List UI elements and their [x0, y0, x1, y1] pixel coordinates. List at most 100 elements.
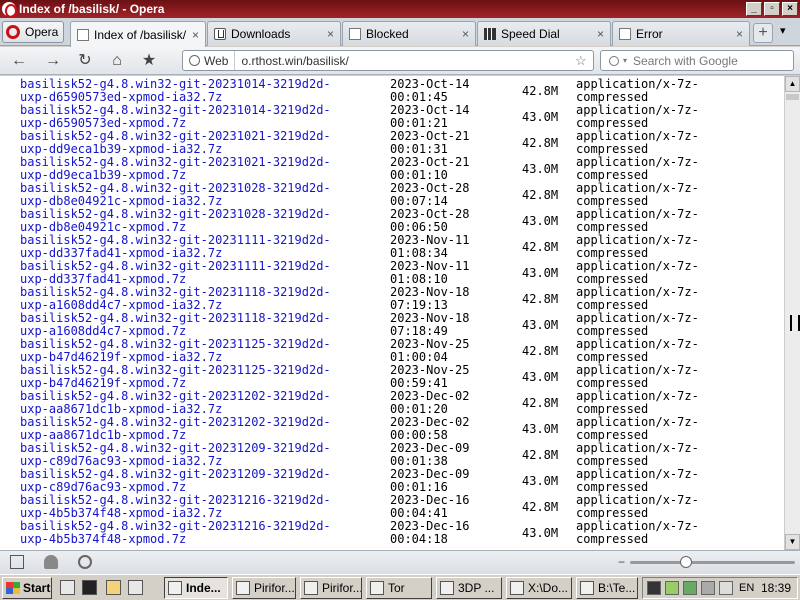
- file-link[interactable]: basilisk52-g4.8.win32-git-20231216-3219d…: [20, 494, 370, 520]
- file-link[interactable]: basilisk52-g4.8.win32-git-20231216-3219d…: [20, 520, 370, 546]
- file-link[interactable]: basilisk52-g4.8.win32-git-20231202-3219d…: [20, 390, 370, 416]
- file-link[interactable]: basilisk52-g4.8.win32-git-20231118-3219d…: [20, 312, 370, 338]
- url-input[interactable]: o.rthost.win/basilisk/: [235, 54, 575, 68]
- window-title: Index of /basilisk/ - Opera: [19, 2, 165, 16]
- file-type: application/x-7z- compressed: [576, 337, 699, 364]
- opera-menu-button[interactable]: Opera: [2, 21, 64, 43]
- turbo-icon[interactable]: [44, 555, 58, 569]
- close-tab-icon[interactable]: ×: [462, 27, 469, 41]
- minimize-button[interactable]: _: [746, 2, 762, 16]
- search-engine-dropdown-icon[interactable]: ▾: [623, 56, 627, 65]
- file-link[interactable]: basilisk52-g4.8.win32-git-20231014-3219d…: [20, 104, 370, 130]
- taskbar-button[interactable]: Pirifor...: [300, 577, 362, 599]
- close-tab-icon[interactable]: ×: [327, 27, 334, 41]
- file-date: 2023-Nov-11 01:08:34: [390, 233, 470, 260]
- language-indicator[interactable]: EN: [739, 582, 754, 594]
- taskbar-button-label: 3DP ...: [458, 581, 495, 595]
- file-link[interactable]: basilisk52-g4.8.win32-git-20231125-3219d…: [20, 338, 370, 364]
- taskbar-button-label: Pirifor...: [322, 581, 362, 595]
- file-size: 42.8M: [522, 188, 559, 202]
- page-icon: [349, 28, 361, 40]
- file-link[interactable]: basilisk52-g4.8.win32-git-20231028-3219d…: [20, 208, 370, 234]
- web-badge-label: Web: [204, 53, 229, 68]
- zoom-slider-knob[interactable]: [680, 556, 692, 568]
- file-link[interactable]: basilisk52-g4.8.win32-git-20231209-3219d…: [20, 442, 370, 468]
- reload-button[interactable]: ↻: [74, 51, 96, 71]
- downloads-icon: [214, 28, 226, 40]
- file-link[interactable]: basilisk52-g4.8.win32-git-20231125-3219d…: [20, 364, 370, 390]
- zoom-out-button[interactable]: −: [618, 555, 625, 569]
- tab-list-button[interactable]: ▾: [780, 24, 786, 37]
- page-content: basilisk52-g4.8.win32-git-20231014-3219d…: [0, 76, 784, 550]
- taskbar-button-label: B:\Te...: [598, 581, 636, 595]
- system-tray: EN 18:39: [642, 577, 798, 599]
- file-link[interactable]: basilisk52-g4.8.win32-git-20231021-3219d…: [20, 130, 370, 156]
- file-link[interactable]: basilisk52-g4.8.win32-git-20231118-3219d…: [20, 286, 370, 312]
- file-type: application/x-7z- compressed: [576, 259, 699, 286]
- tray-network-icon[interactable]: [665, 581, 679, 595]
- zoom-slider[interactable]: [630, 561, 795, 564]
- speed-dial-status-icon[interactable]: [78, 555, 92, 569]
- tray-security-icon[interactable]: [683, 581, 697, 595]
- tab-downloads[interactable]: Downloads ×: [207, 21, 341, 46]
- forward-button[interactable]: →: [42, 51, 64, 71]
- file-date: 2023-Oct-14 00:01:45: [390, 77, 470, 104]
- file-size: 42.8M: [522, 396, 559, 410]
- taskbar-button[interactable]: Tor: [366, 577, 432, 599]
- home-button[interactable]: ⌂: [106, 51, 128, 71]
- file-type: application/x-7z- compressed: [576, 285, 699, 312]
- file-link[interactable]: basilisk52-g4.8.win32-git-20231111-3219d…: [20, 234, 370, 260]
- close-tab-icon[interactable]: ×: [736, 27, 743, 41]
- scroll-up-button[interactable]: ▲: [785, 76, 800, 92]
- file-link[interactable]: basilisk52-g4.8.win32-git-20231021-3219d…: [20, 156, 370, 182]
- file-type: application/x-7z- compressed: [576, 155, 699, 182]
- taskbar-button-label: X:\Do...: [528, 581, 569, 595]
- quicklaunch-console-icon[interactable]: [82, 580, 97, 595]
- start-button[interactable]: Start: [2, 577, 52, 599]
- bookmark-star-icon[interactable]: ☆: [575, 53, 593, 69]
- file-link[interactable]: basilisk52-g4.8.win32-git-20231209-3219d…: [20, 468, 370, 494]
- taskbar-button[interactable]: Inde...: [164, 577, 228, 599]
- close-button[interactable]: ×: [782, 2, 798, 16]
- tab-error[interactable]: Error ×: [612, 21, 750, 46]
- bookmarks-button[interactable]: ★: [138, 51, 160, 71]
- close-tab-icon[interactable]: ×: [597, 27, 604, 41]
- maximize-button[interactable]: ▫: [764, 2, 780, 16]
- tray-volume-icon[interactable]: [719, 581, 733, 595]
- address-bar[interactable]: Web o.rthost.win/basilisk/ ☆: [182, 50, 594, 71]
- taskbar-button[interactable]: Pirifor...: [232, 577, 296, 599]
- file-type: application/x-7z- compressed: [576, 311, 699, 338]
- vertical-scrollbar[interactable]: ▲ ▼: [784, 76, 800, 550]
- quicklaunch-app-icon[interactable]: [128, 580, 143, 595]
- taskbar-button[interactable]: X:\Do...: [506, 577, 572, 599]
- taskbar-button[interactable]: B:\Te...: [576, 577, 638, 599]
- app-icon: [236, 581, 250, 595]
- file-link[interactable]: basilisk52-g4.8.win32-git-20231028-3219d…: [20, 182, 370, 208]
- site-info-badge[interactable]: Web: [183, 51, 236, 70]
- opera-menu-label: Opera: [25, 25, 59, 39]
- file-link[interactable]: basilisk52-g4.8.win32-git-20231014-3219d…: [20, 78, 370, 104]
- tray-close-icon[interactable]: [647, 581, 661, 595]
- file-link[interactable]: basilisk52-g4.8.win32-git-20231202-3219d…: [20, 416, 370, 442]
- scroll-down-button[interactable]: ▼: [785, 534, 800, 550]
- search-box[interactable]: ▾ Search with Google: [600, 50, 794, 71]
- search-input[interactable]: Search with Google: [633, 54, 738, 68]
- window-titlebar[interactable]: Index of /basilisk/ - Opera _ ▫ ×: [0, 0, 800, 18]
- tray-device-icon[interactable]: [701, 581, 715, 595]
- tab-blocked[interactable]: Blocked ×: [342, 21, 476, 46]
- close-tab-icon[interactable]: ×: [192, 28, 199, 42]
- file-size: 42.8M: [522, 136, 559, 150]
- scrollbar-thumb[interactable]: [786, 94, 799, 100]
- file-type: application/x-7z- compressed: [576, 363, 699, 390]
- tab-speed-dial[interactable]: Speed Dial ×: [477, 21, 611, 46]
- panel-toggle-icon[interactable]: [10, 555, 24, 569]
- quicklaunch-folder-icon[interactable]: [106, 580, 121, 595]
- new-tab-button[interactable]: +: [753, 23, 773, 43]
- file-link[interactable]: basilisk52-g4.8.win32-git-20231111-3219d…: [20, 260, 370, 286]
- file-size: 43.0M: [522, 110, 559, 124]
- back-button[interactable]: ←: [8, 51, 30, 71]
- taskbar-button[interactable]: 3DP ...: [436, 577, 502, 599]
- mouse-cursor-icon: [790, 315, 800, 331]
- tab-index-basilisk[interactable]: Index of /basilisk/ ×: [70, 21, 206, 47]
- quicklaunch-ie-icon[interactable]: [60, 580, 75, 595]
